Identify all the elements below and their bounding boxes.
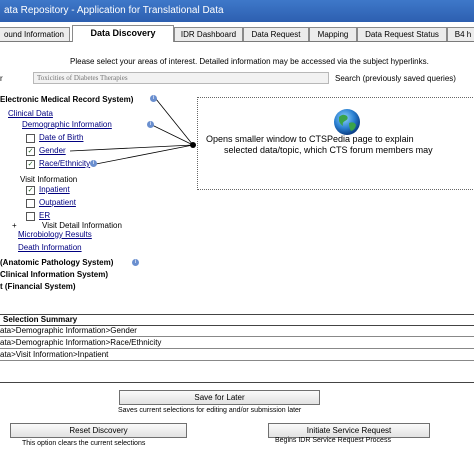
tree-death-information[interactable]: Death Information — [18, 243, 82, 252]
reset-description: This option clears the current selection… — [22, 440, 146, 447]
tree-visit-detail[interactable]: Visit Detail Information — [42, 221, 122, 230]
tree-financial-system[interactable]: t (Financial System) — [0, 282, 76, 291]
tree-clinical-information-system[interactable]: Clinical Information System) — [0, 270, 108, 279]
connector-emr — [155, 98, 194, 146]
summary-row-text: ata>Visit Information>Inpatient — [0, 350, 109, 359]
summary-row: ata>Demographic Information>Race/Ethnici… — [0, 338, 474, 349]
connector-node — [190, 142, 196, 148]
callout-clip: Opens smaller window to CTSPedia page to… — [197, 97, 474, 190]
summary-empty-area — [0, 362, 474, 383]
info-icon[interactable]: i — [150, 95, 157, 102]
info-icon[interactable]: i — [90, 160, 97, 167]
checkbox-icon[interactable] — [26, 212, 35, 221]
summary-row-text: ata>Demographic Information>Race/Ethnici… — [0, 338, 162, 347]
checkbox-icon[interactable] — [26, 134, 35, 143]
selection-summary-header: Selection Summary — [0, 314, 474, 326]
globe-icon — [334, 109, 360, 135]
tree-anatomic-pathology[interactable]: (Anatomic Pathology System) — [0, 258, 113, 267]
tree-race-ethnicity[interactable]: Race/Ethnicity — [39, 159, 90, 168]
save-description: Saves current selections for editing and… — [118, 407, 302, 414]
connector-race — [95, 144, 194, 165]
checkbox-icon[interactable]: ✓ — [26, 147, 35, 156]
callout-line-1: Opens smaller window to CTSPedia page to… — [206, 134, 414, 144]
initiate-service-request-button[interactable]: Initiate Service Request — [268, 423, 430, 438]
summary-row-text: ata>Demographic Information>Gender — [0, 326, 137, 335]
tree-emr[interactable]: Electronic Medical Record System) — [0, 95, 133, 104]
checkbox-icon[interactable]: ✓ — [26, 160, 35, 169]
info-icon[interactable]: i — [147, 121, 154, 128]
tree-outpatient[interactable]: Outpatient — [39, 198, 76, 207]
tree-demographic-information[interactable]: Demographic Information — [22, 120, 112, 129]
tree-visit-information[interactable]: Visit Information — [20, 175, 77, 184]
summary-row: ata>Visit Information>Inpatient — [0, 350, 474, 361]
tree-er[interactable]: ER — [39, 211, 50, 220]
summary-row: ata>Demographic Information>Gender — [0, 326, 474, 337]
checkbox-icon[interactable]: ✓ — [26, 186, 35, 195]
tree-clinical-data[interactable]: Clinical Data — [8, 109, 53, 118]
tree-inpatient[interactable]: Inpatient — [39, 185, 70, 194]
connector-demographic — [151, 124, 194, 146]
expand-icon[interactable]: + — [12, 221, 17, 230]
tree-microbiology-results[interactable]: Microbiology Results — [18, 230, 92, 239]
save-for-later-button[interactable]: Save for Later — [119, 390, 320, 405]
connector-gender — [69, 144, 194, 152]
reset-discovery-button[interactable]: Reset Discovery — [10, 423, 187, 438]
info-icon[interactable]: i — [132, 259, 139, 266]
checkbox-icon[interactable] — [26, 199, 35, 208]
tree-date-of-birth[interactable]: Date of Birth — [39, 133, 83, 142]
callout-box: Opens smaller window to CTSPedia page to… — [197, 97, 474, 190]
selection-summary-title: Selection Summary — [3, 315, 78, 324]
callout-line-2: selected data/topic, which CTS forum mem… — [224, 145, 433, 155]
tree-gender[interactable]: Gender — [39, 146, 66, 155]
initiate-description: Begins IDR Service Request Process — [275, 437, 391, 444]
